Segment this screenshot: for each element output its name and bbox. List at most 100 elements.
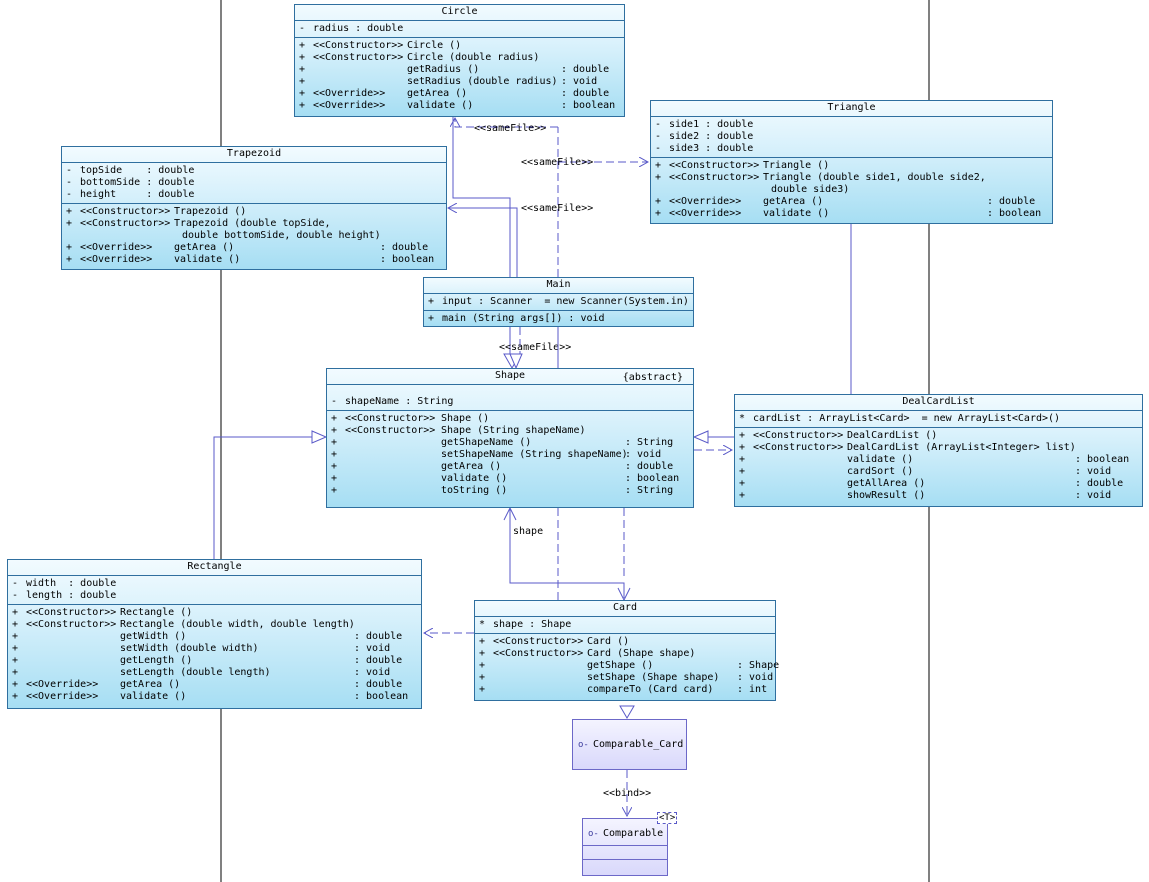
method-row: double side3) [651,184,1052,196]
method-signature: validate () [407,100,474,111]
methods-compartment: + <<Constructor>> Card () + <<Constructor>> C… [475,634,779,698]
interface-divider [583,845,667,846]
method-return-type: : boolean [625,473,680,484]
class-circle[interactable]: Circle - radius : double + <<Constructor>> Ci… [294,4,625,117]
method-signature: DealCardList (ArrayList<Integer> list) [847,442,1076,453]
method-signature: setWidth (double width) [120,643,259,654]
attribute-text: side1 : double [669,119,754,130]
attribute-text: shapeName : String [345,396,454,407]
methods-compartment: + <<Constructor>> Trapezoid () + <<Construct… [62,204,446,268]
class-card[interactable]: Card * shape : Shape + <<Constructor>> Card (… [474,600,779,701]
method-stereotype: <<Override>> [669,208,742,219]
method-signature: validate () [120,691,187,702]
method-row: + <<Constructor>> Trapezoid (double topSid… [62,218,446,230]
method-row: + <<Override>> getArea (): double [62,242,446,254]
method-return-type: : double [1075,478,1124,489]
class-main[interactable]: Main + input : Scanner = new Scanner(Syste… [423,277,694,327]
visibility-marker: + [331,413,338,424]
method-signature: validate () [763,208,830,219]
method-return-type: : double [354,631,403,642]
method-signature: validate () [441,473,508,484]
class-name: Circle [295,5,624,21]
attribute-row: * cardList : ArrayList<Card> = new ArrayL… [735,413,1142,425]
attribute-text: length : double [26,590,117,601]
method-return-type: : void [354,667,391,678]
attributes-compartment: - topSide : double - bottomSide : double - he… [62,163,446,204]
method-row: + <<Override>> getArea (): double [651,196,1052,208]
interface-comparable-card[interactable]: o- Comparable_Card [572,719,687,770]
class-triangle[interactable]: Triangle - side1 : double - side2 : double - s… [650,100,1053,224]
method-row: + <<Constructor>> Triangle (double side1, … [651,172,1052,184]
method-row: + main (String args[]) : void [424,313,693,325]
methods-compartment: + <<Constructor>> Shape () + <<Constructor>>… [327,411,693,499]
interface-comparable[interactable]: o- Comparable [582,818,668,876]
visibility-marker: + [12,619,19,630]
attribute-row: - side1 : double [651,119,1052,131]
method-signature: getShape () [587,660,654,671]
class-name: Rectangle [8,560,421,576]
method-signature: double bottomSide, double height) [182,230,381,241]
method-stereotype: <<Constructor>> [26,619,117,630]
method-row: + setLength (double length): void [8,667,421,679]
visibility-marker: - [331,396,338,407]
attribute-row: - side3 : double [651,143,1052,155]
visibility-marker: * [479,619,486,630]
attribute-text: height : double [80,189,195,200]
method-row: + compareTo (Card card): int [475,684,775,696]
class-name: Main [424,278,693,294]
attribute-text: topSide : double [80,165,195,176]
interface-divider [583,859,667,860]
visibility-marker: + [655,160,662,171]
method-return-type: : String [625,485,674,496]
method-signature: Triangle (double side1, double side2, [763,172,986,183]
methods-compartment: + <<Constructor>> Triangle () + <<Constructo… [651,158,1052,222]
generalization-head-shape-left [311,430,328,444]
visibility-marker: + [66,242,73,253]
class-trapezoid[interactable]: Trapezoid - topSide : double - bottomSide : … [61,146,447,270]
method-return-type: : double [987,196,1036,207]
method-signature: Card () [587,636,630,647]
generalization-head-shape-right [692,430,709,444]
class-rectangle[interactable]: Rectangle - width : double - length : double… [7,559,422,709]
method-row: + getRadius (): double [295,64,624,76]
attribute-row: - width : double [8,578,421,590]
method-signature: setLength (double length) [120,667,271,678]
method-signature: main (String args[]) : void [442,313,605,324]
method-stereotype: <<Constructor>> [313,40,404,51]
visibility-marker: + [739,490,746,501]
method-signature: Rectangle (double width, double length) [120,619,355,630]
method-signature: getLength () [120,655,193,666]
method-signature: Rectangle () [120,607,193,618]
attribute-row: - shapeName : String [327,396,693,408]
class-shape[interactable]: Shape {abstract} - shapeName : String + <<Con… [326,368,694,508]
method-return-type: : int [737,684,768,695]
method-signature: showResult () [847,490,926,501]
method-signature: getArea () [441,461,502,472]
attributes-compartment: - width : double - length : double [8,576,421,605]
attribute-row: * shape : Shape [475,619,775,631]
visibility-marker: + [331,485,338,496]
visibility-marker: + [479,648,486,659]
method-row: + setRadius (double radius): void [295,76,624,88]
method-signature: getWidth () [120,631,187,642]
method-stereotype: <<Constructor>> [753,442,844,453]
visibility-marker: + [299,40,306,51]
method-stereotype: <<Constructor>> [345,413,436,424]
visibility-marker: + [331,473,338,484]
attribute-text: radius : double [313,23,404,34]
method-signature: getArea () [120,679,181,690]
visibility-marker: - [655,143,662,154]
method-row: + <<Constructor>> Shape (String shapeName) [327,425,693,437]
method-signature: Circle (double radius) [407,52,540,63]
visibility-marker: + [299,76,306,87]
method-stereotype: <<Override>> [26,679,99,690]
visibility-marker: + [479,660,486,671]
method-stereotype: <<Override>> [80,254,153,265]
realization-head-comparable-card [619,705,635,719]
method-row: + showResult (): void [735,490,1142,502]
visibility-marker: + [739,430,746,441]
method-row: + setShapeName (String shapeName): void [327,449,693,461]
method-signature: compareTo (Card card) [587,684,714,695]
visibility-marker: + [12,607,19,618]
class-dealcardlist[interactable]: DealCardList * cardList : ArrayList<Card> … [734,394,1143,507]
